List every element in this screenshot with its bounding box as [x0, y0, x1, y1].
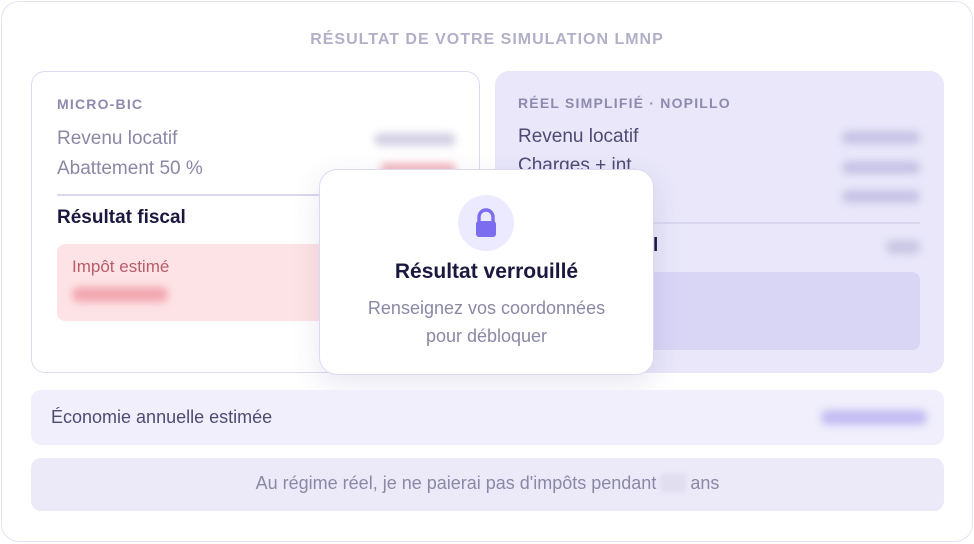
annual-savings-value-hidden — [821, 410, 927, 425]
reel-charges-value-hidden — [842, 161, 920, 174]
page-title: RÉSULTAT DE VOTRE SIMULATION LMNP — [310, 31, 664, 48]
tax-free-years-text-before: Au régime réel, je ne paierai pas d'impô… — [255, 473, 657, 493]
lock-icon — [476, 208, 496, 237]
lock-icon-badge — [458, 195, 514, 251]
tax-free-years-text-after: ans — [690, 473, 720, 493]
micro-bic-title: MICRO-BIC — [57, 96, 144, 112]
tax-free-years-text: Au régime réel, je ne paierai pas d'impô… — [31, 473, 944, 494]
reel-result-value-hidden — [886, 240, 920, 254]
micro-bic-row-revenu: Revenu locatif — [57, 128, 178, 149]
locked-result-title: Résultat verrouillé — [394, 260, 579, 283]
micro-bic-revenu-value-hidden — [374, 133, 456, 146]
reel-amortissement-value-hidden — [842, 190, 920, 203]
tax-estimate-value-hidden — [72, 287, 168, 302]
tax-estimate-box — [57, 244, 357, 321]
locked-result-modal: Résultat verrouillé Renseignez vos coord… — [319, 169, 654, 375]
locked-result-subtitle-line1: Renseignez vos coordonnées — [367, 298, 606, 318]
reel-row-revenu: Revenu locatif — [518, 126, 639, 147]
reel-title: RÉEL SIMPLIFIÉ · NOPILLO — [518, 95, 731, 111]
locked-result-subtitle-line2: pour débloquer — [425, 326, 548, 346]
micro-bic-result-label: Résultat fiscal — [57, 207, 186, 228]
tax-estimate-label: Impôt estimé — [72, 257, 170, 276]
tax-free-years-bar: Au régime réel, je ne paierai pas d'impô… — [31, 458, 944, 511]
tax-free-years-value-hidden — [660, 474, 687, 492]
reel-revenu-value-hidden — [842, 131, 920, 144]
micro-bic-row-abattement: Abattement 50 % — [57, 158, 203, 179]
annual-savings-bar: Économie annuelle estimée — [31, 390, 944, 445]
annual-savings-label: Économie annuelle estimée — [51, 407, 273, 427]
locked-result-subtitle: Renseignez vos coordonnées pour débloque… — [320, 294, 653, 350]
